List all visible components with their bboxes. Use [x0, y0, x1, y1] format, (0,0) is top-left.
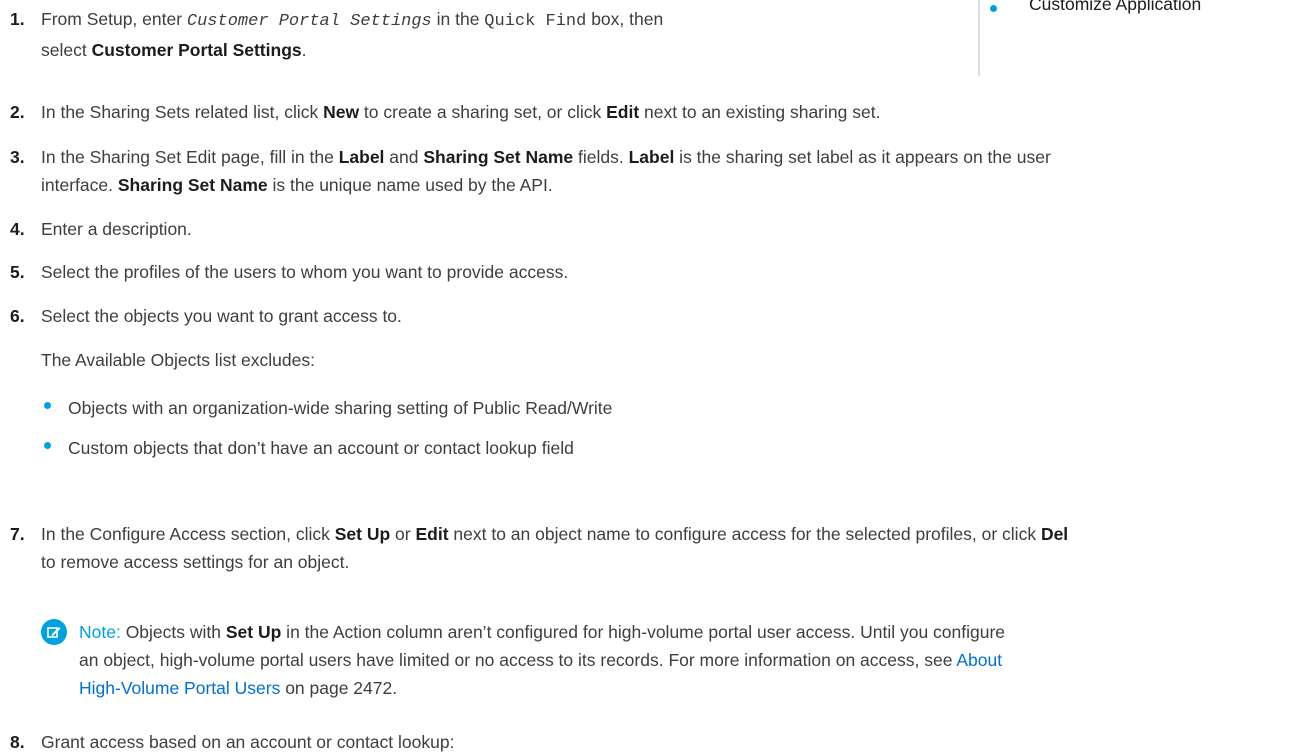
step-number: 4. — [10, 219, 25, 239]
step-number: 1. — [10, 9, 25, 29]
bullet-icon — [44, 442, 51, 449]
sidebar-bullet: Customize Application — [988, 0, 1201, 26]
list-item: Custom objects that don’t have an accoun… — [41, 434, 574, 462]
bullet-icon — [44, 402, 51, 409]
note-label: Note: — [79, 622, 121, 642]
bullet-icon — [990, 5, 997, 12]
step-number: 5. — [10, 262, 25, 282]
edit-note-icon — [41, 619, 67, 645]
note-text: Note: Objects with Set Up in the Action … — [79, 622, 1006, 698]
step-text: Grant access based on an account or cont… — [41, 732, 455, 752]
step-number: 3. — [10, 147, 25, 167]
sidebar-divider — [978, 0, 980, 76]
step-text: In the Sharing Set Edit page, fill in th… — [41, 147, 1051, 195]
step-text: Select the profiles of the users to whom… — [41, 262, 569, 282]
list-item: Objects with an organization-wide sharin… — [41, 394, 612, 422]
step-text: In the Sharing Sets related list, click … — [41, 102, 881, 122]
sidebar-bullet-text: Customize Application — [1029, 0, 1202, 14]
step-number: 7. — [10, 524, 25, 544]
step-subtext: The Available Objects list excludes: — [41, 350, 315, 370]
step-text: Select the objects you want to grant acc… — [41, 306, 402, 326]
step-text: From Setup, enter Customer Portal Settin… — [41, 9, 664, 60]
step-text: In the Configure Access section, click S… — [41, 524, 1069, 572]
about-link[interactable]: About — [956, 650, 1002, 670]
step-number: 2. — [10, 102, 25, 122]
step-text: Enter a description. — [41, 219, 192, 239]
high-volume-portal-users-link[interactable]: High-Volume Portal Users — [79, 678, 280, 698]
step-number: 6. — [10, 306, 25, 326]
